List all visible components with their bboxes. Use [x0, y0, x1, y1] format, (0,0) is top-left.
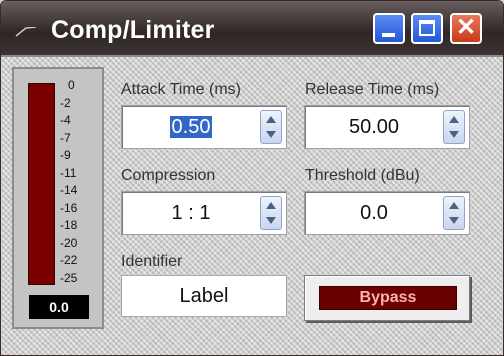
release-time-field[interactable]: 50.00	[304, 105, 470, 149]
spin-up-icon[interactable]	[449, 116, 459, 123]
compression-label: Compression	[121, 167, 216, 184]
release-time-value[interactable]: 50.00	[305, 106, 443, 148]
attack-time-field[interactable]: 0.50	[121, 105, 287, 149]
title-bar[interactable]: Comp/Limiter ✕	[1, 1, 503, 57]
attack-time-spinner[interactable]	[260, 110, 282, 144]
spin-down-icon[interactable]	[266, 217, 276, 224]
maximize-button[interactable]	[411, 13, 443, 44]
meter-scale-tick: -25	[60, 270, 78, 285]
bypass-indicator: Bypass	[319, 286, 457, 310]
meter-scale-tick: -22	[60, 253, 78, 267]
compression-value[interactable]: 1 : 1	[122, 192, 260, 234]
comp-limiter-window: Comp/Limiter ✕ 0 -2 -4 -7 -9 -11 -14 -16 -18 -20 -…	[0, 0, 504, 356]
meter-scale-tick: -14	[60, 183, 78, 197]
threshold-value[interactable]: 0.0	[305, 192, 443, 234]
panel-body: 0 -2 -4 -7 -9 -11 -14 -16 -18 -20 -22 -25 0.0 Attac…	[1, 57, 503, 355]
attack-time-value[interactable]: 0.50	[122, 106, 260, 148]
meter-scale-tick: -18	[60, 218, 78, 232]
compression-field[interactable]: 1 : 1	[121, 191, 287, 235]
attack-time-label: Attack Time (ms)	[121, 81, 242, 98]
spin-down-icon[interactable]	[449, 131, 459, 138]
threshold-spinner[interactable]	[443, 196, 465, 230]
meter-scale-tick: 0	[68, 78, 75, 92]
minimize-button[interactable]	[373, 13, 405, 44]
window-title: Comp/Limiter	[51, 16, 215, 44]
meter-scale-tick: -2	[60, 95, 71, 110]
compressor-curve-icon	[15, 27, 37, 37]
spin-up-icon[interactable]	[449, 202, 459, 209]
compression-spinner[interactable]	[260, 196, 282, 230]
meter-scale-tick: -9	[60, 148, 71, 162]
threshold-field[interactable]: 0.0	[304, 191, 470, 235]
bypass-button[interactable]: Bypass	[304, 275, 470, 321]
spin-up-icon[interactable]	[266, 116, 276, 123]
level-meter-panel: 0 -2 -4 -7 -9 -11 -14 -16 -18 -20 -22 -25 0.0	[12, 67, 104, 329]
meter-scale-tick: -11	[60, 165, 77, 180]
meter-scale-tick: -16	[60, 200, 78, 215]
identifier-label: Identifier	[121, 253, 183, 270]
spin-down-icon[interactable]	[449, 217, 459, 224]
release-time-label: Release Time (ms)	[305, 81, 440, 98]
meter-scale-tick: -4	[60, 113, 71, 127]
release-time-spinner[interactable]	[443, 110, 465, 144]
meter-scale-tick: -20	[60, 235, 78, 250]
spin-down-icon[interactable]	[266, 131, 276, 138]
attack-time-selected-text: 0.50	[169, 116, 213, 138]
maximize-icon	[419, 20, 435, 36]
spin-up-icon[interactable]	[266, 202, 276, 209]
meter-scale-tick: -7	[60, 130, 71, 145]
identifier-field[interactable]: Label	[121, 275, 287, 317]
threshold-label: Threshold (dBu)	[305, 167, 420, 184]
minimize-icon	[382, 33, 395, 37]
level-meter	[28, 83, 55, 285]
meter-readout: 0.0	[29, 295, 89, 319]
close-icon: ✕	[455, 14, 477, 41]
close-button[interactable]: ✕	[450, 13, 482, 44]
